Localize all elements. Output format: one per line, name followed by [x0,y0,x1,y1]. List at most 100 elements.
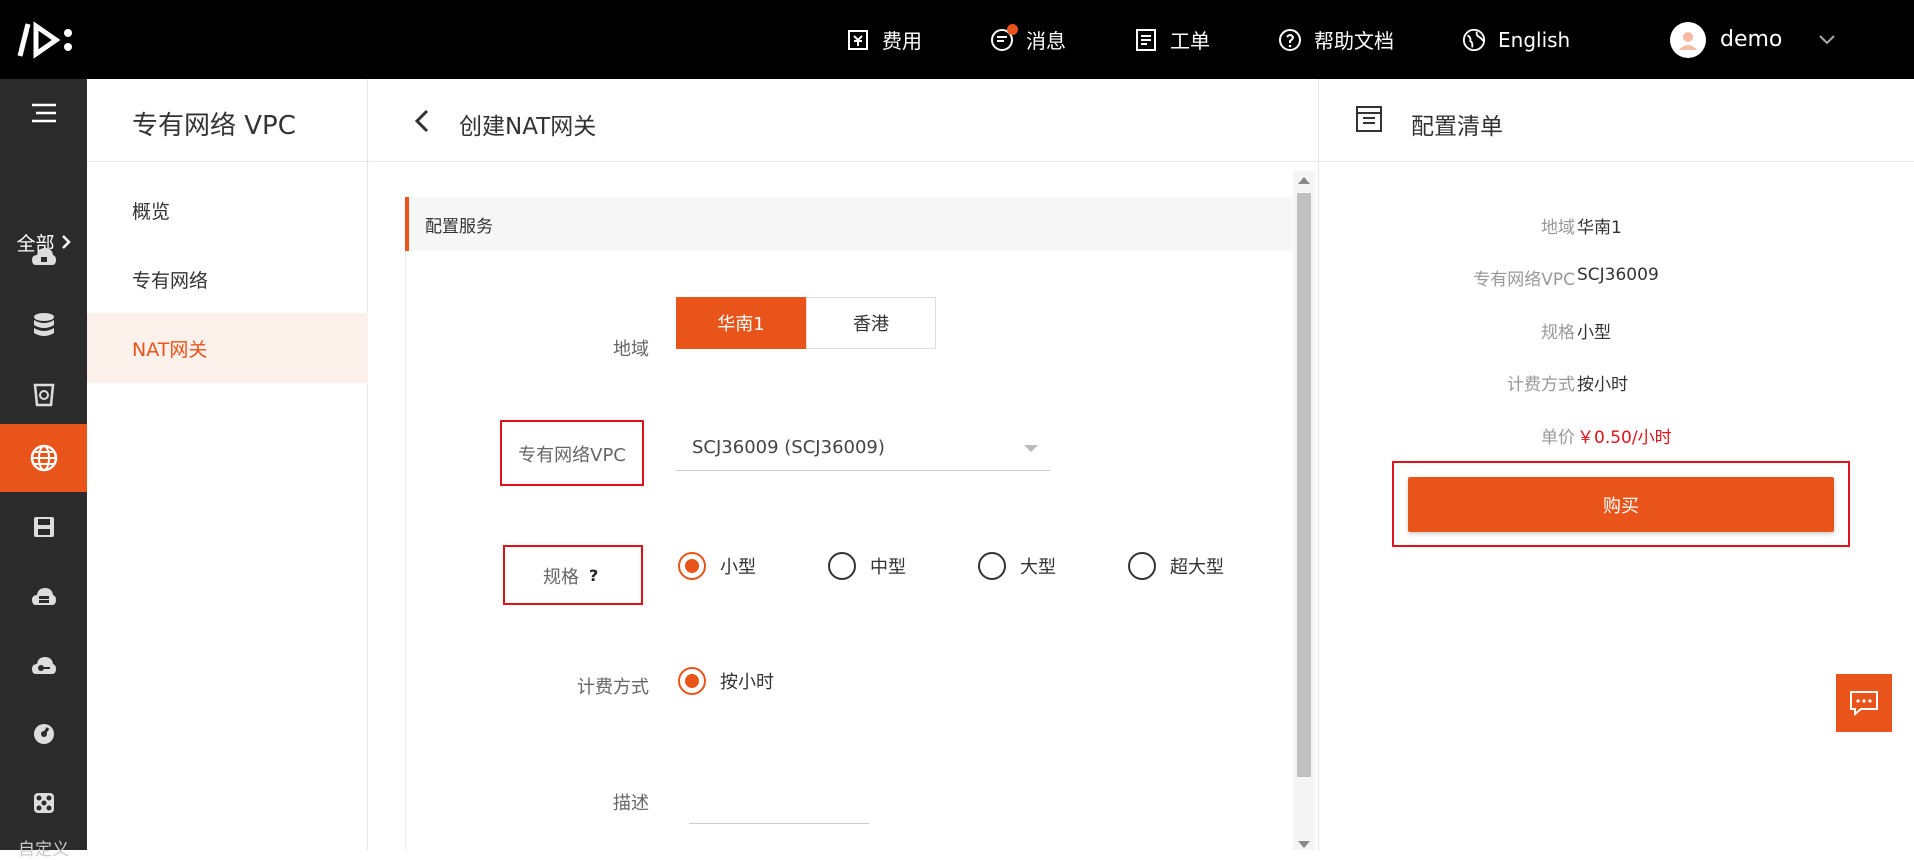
storage-search-icon [33,383,54,407]
description-input[interactable] [689,823,869,824]
region-label: 地域 [613,339,649,360]
vpc-label: 专有网络VPC [518,445,626,466]
spec-option-xlarge[interactable]: 超大型 [1128,552,1224,580]
summary-row: 计费方式 按小时 [1319,370,1914,400]
spec-option-label: 中型 [870,557,906,578]
radio-checked-icon [678,667,706,695]
user-name: demo [1720,27,1783,52]
save-disk-icon [33,517,54,537]
scroll-up-arrow-icon[interactable] [1298,177,1310,184]
subnav-item-overview[interactable]: 概览 [87,175,368,245]
chat-button[interactable] [1836,674,1892,732]
billing-option-hourly[interactable]: 按小时 [678,667,774,695]
summary-row: 规格 小型 [1319,318,1914,348]
summary-value: SCJ36009 [1577,265,1659,285]
vpc-subnav: 专有网络 VPC 概览 专有网络 NAT网关 [87,79,368,850]
subnav-item-vpc[interactable]: 专有网络 [87,244,368,314]
sidebar-item-network[interactable] [0,424,87,492]
region-option-hong-kong[interactable]: 香港 [806,297,936,349]
spec-option-label: 大型 [1020,557,1056,578]
nav-help[interactable]: 帮助文档 [1278,0,1394,79]
chat-bubble-icon [1850,691,1878,716]
nav-language-label: English [1498,27,1571,52]
caret-down-icon [1024,445,1038,452]
logo-icon[interactable] [16,20,76,60]
spec-option-small[interactable]: 小型 [678,552,756,580]
sidebar-item-database[interactable] [0,291,87,359]
radio-unchecked-icon [1128,552,1156,580]
user-menu[interactable]: demo [1670,0,1836,79]
spec-help-icon[interactable]: ? [589,566,598,585]
billing-option-label: 按小时 [720,672,774,693]
create-nat-panel: 创建NAT网关 配置服务 地域 华南1 香港 专有网络VPC SCJ36009 … [369,79,1318,851]
summary-title: 配置清单 [1411,114,1503,140]
sidebar-item-monitor[interactable] [0,700,87,768]
region-option-south-china-1[interactable]: 华南1 [676,297,806,349]
top-bar: 费用 消息 工单 帮助文档 English demo [0,0,1914,79]
summary-value: 华南1 [1577,218,1622,238]
sidebar-item-compute[interactable] [0,222,87,290]
nav-messages-label: 消息 [1026,29,1066,53]
spec-option-label: 超大型 [1170,557,1224,578]
nav-billing-label: 费用 [882,29,922,53]
vpc-select-value: SCJ36009 (SCJ36009) [692,437,885,458]
nav-help-label: 帮助文档 [1314,29,1394,53]
summary-key: 单价 [1541,428,1575,448]
message-icon [990,23,1018,52]
radio-checked-icon [678,552,706,580]
list-document-icon [1356,106,1382,132]
spec-option-medium[interactable]: 中型 [828,552,906,580]
hamburger-icon [31,103,56,123]
description-label: 描述 [613,793,649,814]
scroll-thumb[interactable] [1297,193,1311,777]
cluster-icon [33,793,54,813]
divider [87,161,368,162]
summary-value: 小型 [1577,323,1611,343]
radio-unchecked-icon [828,552,856,580]
database-icon [33,313,54,336]
summary-row: 地域 华南1 [1319,213,1914,243]
cloud-server-icon [31,588,56,605]
nav-tickets[interactable]: 工单 [1134,0,1210,79]
billing-label: 计费方式 [577,677,649,698]
nav-messages[interactable]: 消息 [990,0,1066,79]
scroll-down-arrow-icon[interactable] [1298,841,1310,848]
spec-option-large[interactable]: 大型 [978,552,1056,580]
scrollbar[interactable] [1293,171,1315,850]
sidebar-item-disk[interactable] [0,493,87,561]
avatar [1670,21,1706,58]
menu-toggle[interactable] [0,79,87,147]
summary-key: 规格 [1541,323,1575,343]
nav-tickets-label: 工单 [1170,29,1210,53]
page-header: 创建NAT网关 [369,79,1318,162]
sidebar-custom-label[interactable]: 自定义 [0,835,87,860]
globe-icon [1462,28,1486,52]
config-summary-panel: 配置清单 地域 华南1 专有网络VPC SCJ36009 规格 小型 计费方式 … [1318,79,1914,850]
vpc-select[interactable]: SCJ36009 (SCJ36009) [676,425,1050,471]
spec-label: 规格 [543,567,579,588]
buy-button[interactable]: 购买 [1408,477,1834,532]
radio-unchecked-icon [978,552,1006,580]
sidebar-item-cloud-key[interactable] [0,631,87,699]
subnav-item-nat-gateway[interactable]: NAT网关 [87,313,368,383]
icon-sidebar: 全部 自定义 [0,79,87,860]
cloud-key-icon [31,657,56,674]
nav-billing[interactable]: 费用 [846,0,922,79]
nav-language[interactable]: English [1462,0,1570,79]
summary-row: 专有网络VPC SCJ36009 [1319,265,1914,295]
unit-price: ￥0.50/小时 [1577,428,1672,448]
sidebar-item-cluster[interactable] [0,769,87,837]
cloud-home-icon [31,248,56,265]
back-arrow-icon[interactable] [409,107,437,135]
sidebar-item-cloud-server[interactable] [0,562,87,630]
network-globe-icon [30,444,57,472]
help-icon [1278,28,1302,52]
section-title: 配置服务 [405,197,1295,251]
summary-value: 按小时 [1577,375,1628,395]
page-title: 创建NAT网关 [459,114,597,140]
sidebar-item-storage[interactable] [0,360,87,428]
chevron-down-icon[interactable] [1818,27,1836,52]
billing-icon [846,28,870,52]
summary-key: 地域 [1541,218,1575,238]
notification-dot [1007,23,1018,35]
